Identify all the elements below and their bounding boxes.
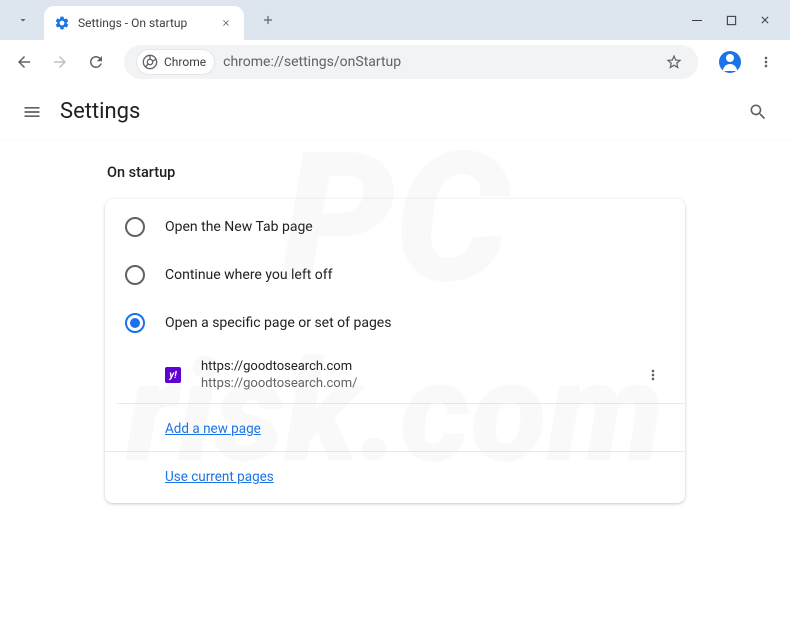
avatar-icon bbox=[719, 51, 741, 73]
site-info-chip[interactable]: Chrome bbox=[136, 49, 215, 75]
toolbar: Chrome chrome://settings/onStartup bbox=[0, 40, 790, 84]
window-controls bbox=[680, 0, 782, 40]
radio-icon-selected bbox=[125, 313, 145, 333]
add-page-row[interactable]: Add a new page bbox=[105, 404, 685, 452]
add-page-link[interactable]: Add a new page bbox=[165, 421, 261, 437]
tab-title: Settings - On startup bbox=[78, 16, 218, 30]
settings-icon bbox=[54, 15, 70, 31]
use-current-row[interactable]: Use current pages bbox=[105, 452, 685, 499]
profile-button[interactable] bbox=[716, 48, 744, 76]
reload-button[interactable] bbox=[80, 46, 112, 78]
option-label: Open a specific page or set of pages bbox=[165, 315, 391, 331]
page-title: Settings bbox=[60, 99, 140, 124]
forward-button[interactable] bbox=[44, 46, 76, 78]
use-current-link[interactable]: Use current pages bbox=[165, 469, 274, 485]
omnibox[interactable]: Chrome chrome://settings/onStartup bbox=[124, 45, 698, 79]
radio-icon bbox=[125, 217, 145, 237]
startup-page-row: y! https://goodtosearch.com https://good… bbox=[117, 347, 685, 404]
close-window-button[interactable] bbox=[748, 5, 782, 35]
settings-header: Settings bbox=[0, 84, 790, 140]
option-continue[interactable]: Continue where you left off bbox=[105, 251, 685, 299]
new-tab-button[interactable] bbox=[254, 6, 282, 34]
tab-search-dropdown[interactable] bbox=[8, 5, 38, 35]
url-text: chrome://settings/onStartup bbox=[223, 54, 662, 70]
chip-label: Chrome bbox=[164, 55, 206, 69]
content-area: On startup Open the New Tab page Continu… bbox=[0, 140, 790, 503]
minimize-button[interactable] bbox=[680, 5, 714, 35]
back-button[interactable] bbox=[8, 46, 40, 78]
browser-tab[interactable]: Settings - On startup bbox=[44, 6, 244, 40]
menu-icon[interactable] bbox=[20, 100, 44, 124]
bookmark-icon[interactable] bbox=[662, 50, 686, 74]
chrome-icon bbox=[141, 53, 159, 71]
section-title: On startup bbox=[107, 164, 685, 181]
option-label: Open the New Tab page bbox=[165, 219, 313, 235]
maximize-button[interactable] bbox=[714, 5, 748, 35]
close-tab-icon[interactable] bbox=[218, 15, 234, 31]
page-url: https://goodtosearch.com/ bbox=[201, 376, 641, 391]
radio-icon bbox=[125, 265, 145, 285]
page-more-button[interactable] bbox=[641, 363, 665, 387]
page-favicon: y! bbox=[165, 367, 181, 383]
titlebar: Settings - On startup bbox=[0, 0, 790, 40]
option-label: Continue where you left off bbox=[165, 267, 333, 283]
browser-menu-button[interactable] bbox=[750, 46, 782, 78]
option-specific-pages[interactable]: Open a specific page or set of pages bbox=[105, 299, 685, 347]
page-label: https://goodtosearch.com bbox=[201, 359, 641, 374]
search-icon[interactable] bbox=[746, 100, 770, 124]
startup-card: Open the New Tab page Continue where you… bbox=[105, 199, 685, 503]
option-new-tab[interactable]: Open the New Tab page bbox=[105, 203, 685, 251]
